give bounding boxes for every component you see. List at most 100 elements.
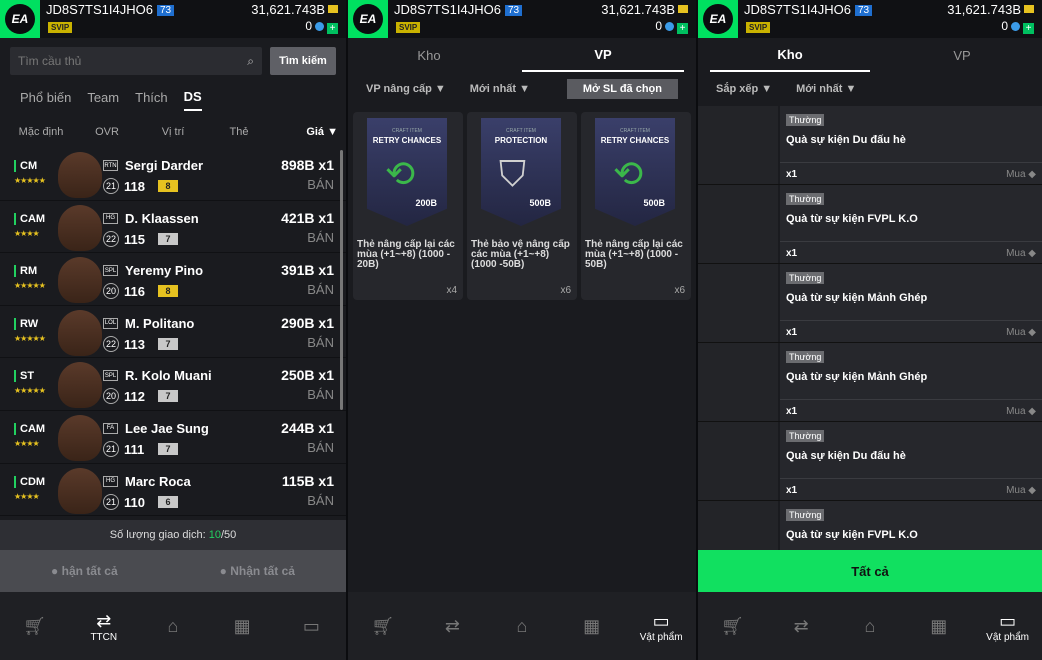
nav-home[interactable]: ⌂ — [148, 615, 198, 637]
nav-items[interactable]: ▭ Vật phẩm — [983, 610, 1033, 643]
claim-all-button[interactable]: ● Nhận tất cả — [220, 564, 295, 578]
filter-bar: Sắp xếp ▼ Mới nhất ▼ — [698, 72, 1042, 106]
ea-logo[interactable]: EA — [0, 0, 40, 38]
retry-arrows-icon: ⟲ — [385, 153, 416, 194]
season-number: 22 — [103, 230, 119, 247]
sell-button[interactable]: BÁN — [307, 493, 334, 508]
sort-card[interactable]: Thẻ — [206, 126, 272, 138]
tab-list[interactable]: DS — [183, 89, 202, 111]
ea-logo[interactable]: EA — [348, 0, 388, 38]
nav-squad[interactable]: ▦ — [914, 615, 964, 637]
sell-button[interactable]: BÁN — [307, 177, 334, 192]
nav-transfer[interactable]: ⇄ — [776, 615, 826, 637]
player-photo — [58, 152, 102, 198]
tab-favorite[interactable]: Thích — [135, 90, 168, 110]
player-row[interactable]: CAM ★★★★ FA Lee Jae Sung 21 111 7 244B x1 BÁN — [0, 411, 346, 464]
newest-dropdown[interactable]: Mới nhất ▼ — [796, 83, 856, 95]
coin-circle-icon: ● — [219, 564, 227, 578]
nav-items[interactable]: ▭ — [286, 615, 336, 637]
squad-icon: ▦ — [233, 616, 251, 636]
tab-vp[interactable]: VP — [882, 38, 1042, 72]
card-description: Thẻ nâng cấp lại các mùa (+1~+8) (1000 -… — [357, 239, 455, 270]
buy-button[interactable]: Mua ◆ — [1006, 248, 1036, 259]
buy-button[interactable]: Mua ◆ — [1006, 169, 1036, 180]
list-item[interactable]: Thường Quà từ sự kiện Mảnh Ghép x1 Mua ◆ — [698, 343, 1042, 422]
nav-home[interactable]: ⌂ — [497, 615, 547, 637]
coin-icon — [678, 5, 688, 13]
card-description: Thẻ nâng cấp lại các mùa (+1~+8) (1000 -… — [585, 239, 683, 270]
tab-kho[interactable]: Kho — [710, 38, 870, 72]
player-position: CM — [14, 160, 37, 172]
sell-button[interactable]: BÁN — [307, 387, 334, 402]
tab-vp[interactable]: VP — [522, 38, 684, 72]
item-card[interactable]: CRAFT ITEM RETRY CHANCES ⟲ 200B Thẻ nâng cấp… — [353, 112, 463, 300]
nav-home[interactable]: ⌂ — [845, 615, 895, 637]
nav-squad[interactable]: ▦ — [217, 615, 267, 637]
search-icon: ⌕ — [247, 53, 254, 68]
player-row[interactable]: RM ★★★★★ SPL Yeremy Pino 20 116 8 391B x1 BÁN — [0, 253, 346, 306]
nav-shop[interactable]: 🛒︎ — [358, 615, 408, 637]
ea-logo[interactable]: EA — [698, 0, 738, 38]
filter-sort-dropdown[interactable]: Mới nhất ▼ — [470, 83, 530, 95]
shield-icon: ⛉ — [499, 153, 527, 194]
buy-button[interactable]: Mua ◆ — [1006, 406, 1036, 417]
all-button[interactable]: Tất cả — [698, 550, 1042, 592]
player-row[interactable]: CM ★★★★★ RTN Sergi Darder 21 118 8 898B x1 BÁN — [0, 148, 346, 201]
add-cash-button[interactable]: + — [677, 23, 688, 34]
sell-button[interactable]: BÁN — [307, 440, 334, 455]
cash-balance: 0 + — [1001, 19, 1034, 34]
list-item[interactable]: Thường Quà sự kiện Du đấu hè x1 Mua ◆ — [698, 422, 1042, 501]
search-input[interactable]: Tìm cầu thủ ⌕ — [10, 47, 262, 75]
card-value: 500B — [643, 198, 665, 208]
item-card[interactable]: CRAFT ITEM RETRY CHANCES ⟲ 500B Thẻ nâng cấp… — [581, 112, 691, 300]
player-photo — [58, 257, 102, 304]
season-badge: SPL — [103, 370, 118, 382]
nav-items[interactable]: ▭ Vật phẩm — [636, 610, 686, 643]
nav-shop[interactable]: 🛒︎ — [10, 615, 60, 637]
scrollbar[interactable] — [340, 150, 343, 410]
player-photo — [58, 204, 102, 251]
rarity-tag: Thường — [786, 114, 825, 126]
player-ovr: 110 — [124, 494, 145, 510]
nav-transfer[interactable]: ⇄ TTCN — [79, 610, 129, 643]
buy-button[interactable]: Mua ◆ — [1006, 327, 1036, 338]
sell-button[interactable]: BÁN — [307, 230, 334, 245]
buy-button[interactable]: Mua ◆ — [1006, 485, 1036, 496]
player-row[interactable]: RW ★★★★★ LOL M. Politano 22 113 7 290B x1 BÁN — [0, 306, 346, 359]
player-row[interactable]: CAM ★★★★ HG D. Klaassen 22 115 7 421B x1 BÁN — [0, 201, 346, 254]
nav-shop[interactable]: 🛒︎ — [707, 615, 757, 637]
nav-squad[interactable]: ▦ — [567, 615, 617, 637]
sell-button[interactable]: BÁN — [307, 335, 334, 350]
player-row[interactable]: CDM ★★★★ HG Marc Roca 21 110 6 115B x1 BÁN — [0, 464, 346, 517]
tab-popular[interactable]: Phổ biến — [20, 90, 71, 110]
sort-position[interactable]: Vị trí — [140, 126, 206, 138]
item-card[interactable]: CRAFT ITEM PROTECTION ⛉ 500B Thẻ bảo vệ nâng… — [467, 112, 577, 300]
filter-type-dropdown[interactable]: VP nâng cấp ▼ — [366, 83, 446, 95]
sort-ovr[interactable]: OVR — [74, 126, 140, 138]
sell-button[interactable]: BÁN — [307, 282, 334, 297]
search-button[interactable]: Tìm kiếm — [270, 47, 336, 75]
craft-label: CRAFT ITEM — [392, 128, 422, 134]
sort-price[interactable]: Giá ▼ — [272, 126, 338, 138]
card-title: PROTECTION — [494, 136, 548, 145]
add-cash-button[interactable]: + — [327, 23, 338, 34]
player-row[interactable]: ST ★★★★★ SPL R. Kolo Muani 20 112 7 250B x1 BÁN — [0, 358, 346, 411]
diamond-icon: ◆ — [1028, 248, 1036, 259]
claim-left-button[interactable]: ● hận tất cả — [51, 564, 118, 578]
list-item[interactable]: Thường Quà từ sự kiện FVPL K.O — [698, 501, 1042, 550]
sort-dropdown[interactable]: Sắp xếp ▼ — [716, 83, 772, 95]
player-photo — [58, 362, 102, 409]
list-item[interactable]: Thường Quà từ sự kiện Mảnh Ghép x1 Mua ◆ — [698, 264, 1042, 343]
nav-transfer[interactable]: ⇄ — [427, 615, 477, 637]
tab-team[interactable]: Team — [87, 90, 119, 110]
person-icon: ● — [51, 564, 59, 578]
add-cash-button[interactable]: + — [1023, 23, 1034, 34]
player-name: M. Politano — [125, 315, 195, 331]
tab-kho[interactable]: Kho — [348, 38, 510, 72]
open-selected-button[interactable]: Mở SL đã chọn — [566, 79, 678, 99]
list-item[interactable]: Thường Quà từ sự kiện FVPL K.O x1 Mua ◆ — [698, 185, 1042, 264]
coin-icon — [328, 5, 338, 13]
diamond-icon: ◆ — [1028, 327, 1036, 338]
list-item[interactable]: Thường Quà sự kiện Du đấu hè x1 Mua ◆ — [698, 106, 1042, 185]
sort-default[interactable]: Mặc định — [8, 126, 74, 138]
